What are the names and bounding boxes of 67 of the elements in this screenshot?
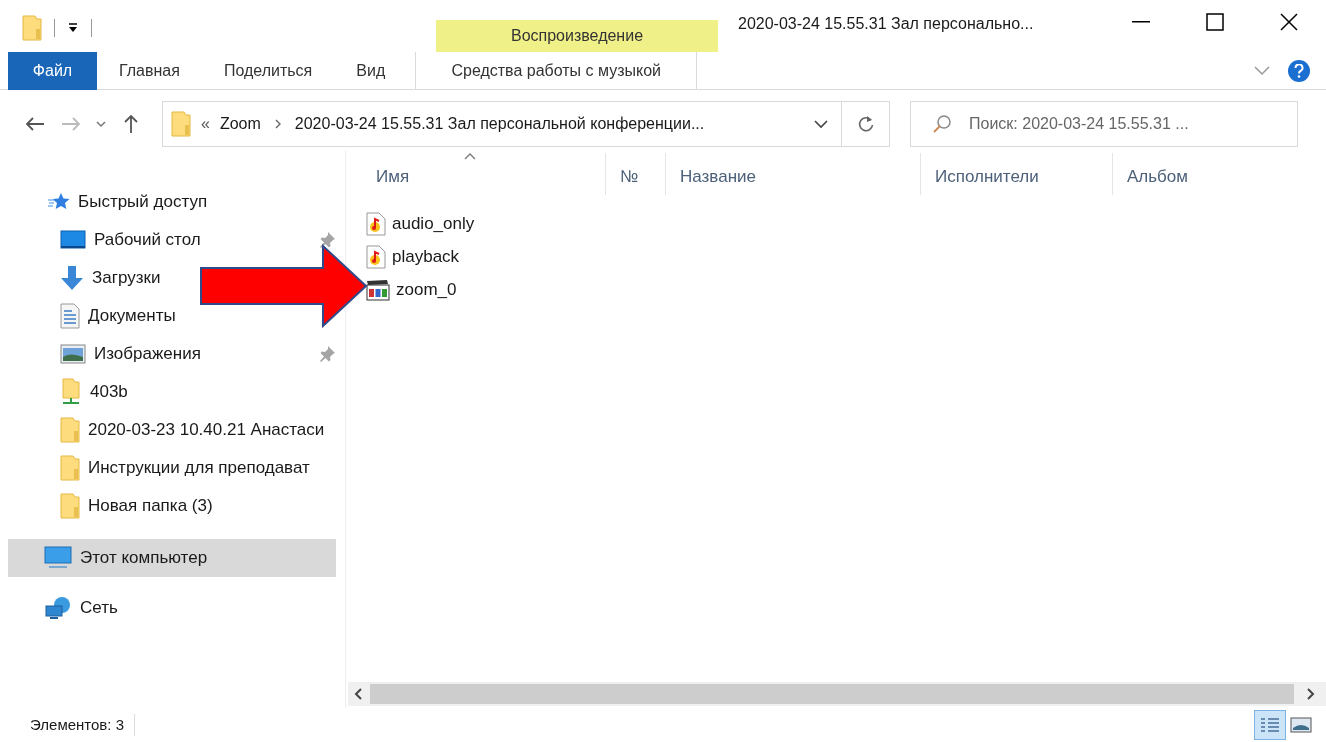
folder-icon	[60, 455, 80, 481]
sidebar-item[interactable]: Сеть	[8, 589, 118, 627]
details-view-button[interactable]	[1254, 710, 1286, 740]
sidebar-item[interactable]: Быстрый доступ	[8, 183, 208, 221]
scrollbar-thumb[interactable]	[370, 684, 1294, 704]
music-file-icon	[366, 244, 386, 269]
network-folder-icon	[60, 378, 82, 406]
breadcrumb[interactable]: Zoom	[219, 112, 261, 136]
document-icon	[60, 303, 80, 329]
sidebar-item[interactable]: Этот компьютер	[8, 539, 336, 577]
network-icon	[44, 596, 72, 620]
folder-icon	[60, 493, 80, 519]
column-header[interactable]: Исполнители	[920, 153, 1112, 195]
chevron-right-icon	[274, 119, 281, 129]
ribbon-tab[interactable]: Файл	[8, 52, 97, 90]
maximize-icon[interactable]	[1206, 13, 1224, 31]
picture-icon[interactable]	[1290, 717, 1312, 733]
sidebar-item[interactable]: Рабочий стол	[8, 221, 201, 259]
file-item[interactable]: zoom_0	[366, 273, 461, 306]
column-header[interactable]: №	[605, 153, 665, 195]
ribbon-tab[interactable]: Средства работы с музыкой	[415, 52, 698, 89]
overflow-chevron[interactable]: «	[201, 112, 210, 136]
up-arrow-icon[interactable]	[123, 114, 139, 134]
down-arrow-icon	[60, 265, 84, 291]
refresh-icon[interactable]	[856, 115, 875, 133]
sidebar-item[interactable]: 2020-03-23 10.40.21 Анастаси	[8, 411, 325, 449]
desktop-icon	[60, 229, 86, 251]
folder-icon	[171, 111, 191, 137]
music-file-icon	[366, 211, 386, 236]
ribbon-tab[interactable]: Вид	[334, 52, 408, 89]
file-item[interactable]: playback	[366, 240, 464, 273]
close-icon[interactable]	[1280, 13, 1298, 31]
file-item[interactable]: audio_only	[366, 207, 479, 240]
help-button[interactable]	[1288, 59, 1310, 82]
list-icon[interactable]	[1260, 717, 1280, 733]
sidebar-item[interactable]: Новая папка (3)	[8, 487, 213, 525]
star-icon	[48, 192, 70, 212]
sidebar-item[interactable]: Изображения	[8, 335, 201, 373]
chevron-down-icon[interactable]	[814, 119, 828, 129]
sidebar-item[interactable]: Инструкции для преподават	[8, 449, 310, 487]
question-mark-icon[interactable]	[1294, 63, 1304, 78]
search-icon	[932, 114, 952, 134]
back-arrow-icon[interactable]	[25, 116, 45, 132]
sidebar-item[interactable]: 403b	[8, 373, 128, 411]
monitor-icon	[44, 546, 72, 570]
breadcrumb[interactable]: 2020-03-24 15.55.31 Зал персональной конференции...	[294, 112, 705, 136]
contextual-tab-header: Воспроизведение	[436, 20, 718, 52]
minimize-icon[interactable]	[1132, 21, 1150, 23]
column-header[interactable]: Название	[665, 153, 920, 195]
chevron-down-icon[interactable]	[96, 120, 106, 128]
column-header[interactable]: Альбом	[1112, 153, 1292, 195]
pin-icon[interactable]	[318, 231, 336, 249]
address-bar[interactable]: « Zoom 2020-03-24 15.55.31 Зал персональной конференции...	[162, 101, 890, 147]
window-title: 2020-03-24 15.55.31 Зал персонально...	[737, 14, 1035, 34]
picture-icon	[60, 343, 86, 365]
search-field[interactable]: Поиск: 2020-03-24 15.55.31 ...	[910, 101, 1298, 147]
sidebar-item[interactable]: Документы	[8, 297, 176, 335]
sidebar-item[interactable]: Загрузки	[8, 259, 161, 297]
ribbon-tab[interactable]: Главная	[97, 52, 202, 89]
horizontal-scrollbar[interactable]	[348, 682, 1326, 706]
folder-icon	[22, 15, 42, 41]
ribbon-tab[interactable]: Поделиться	[201, 52, 335, 89]
dropdown-icon[interactable]	[67, 22, 79, 34]
column-header[interactable]: Имя	[362, 153, 605, 195]
clapperboard-icon	[366, 278, 390, 301]
folder-icon	[60, 417, 80, 443]
item-count: Элементов: 3	[30, 713, 135, 737]
